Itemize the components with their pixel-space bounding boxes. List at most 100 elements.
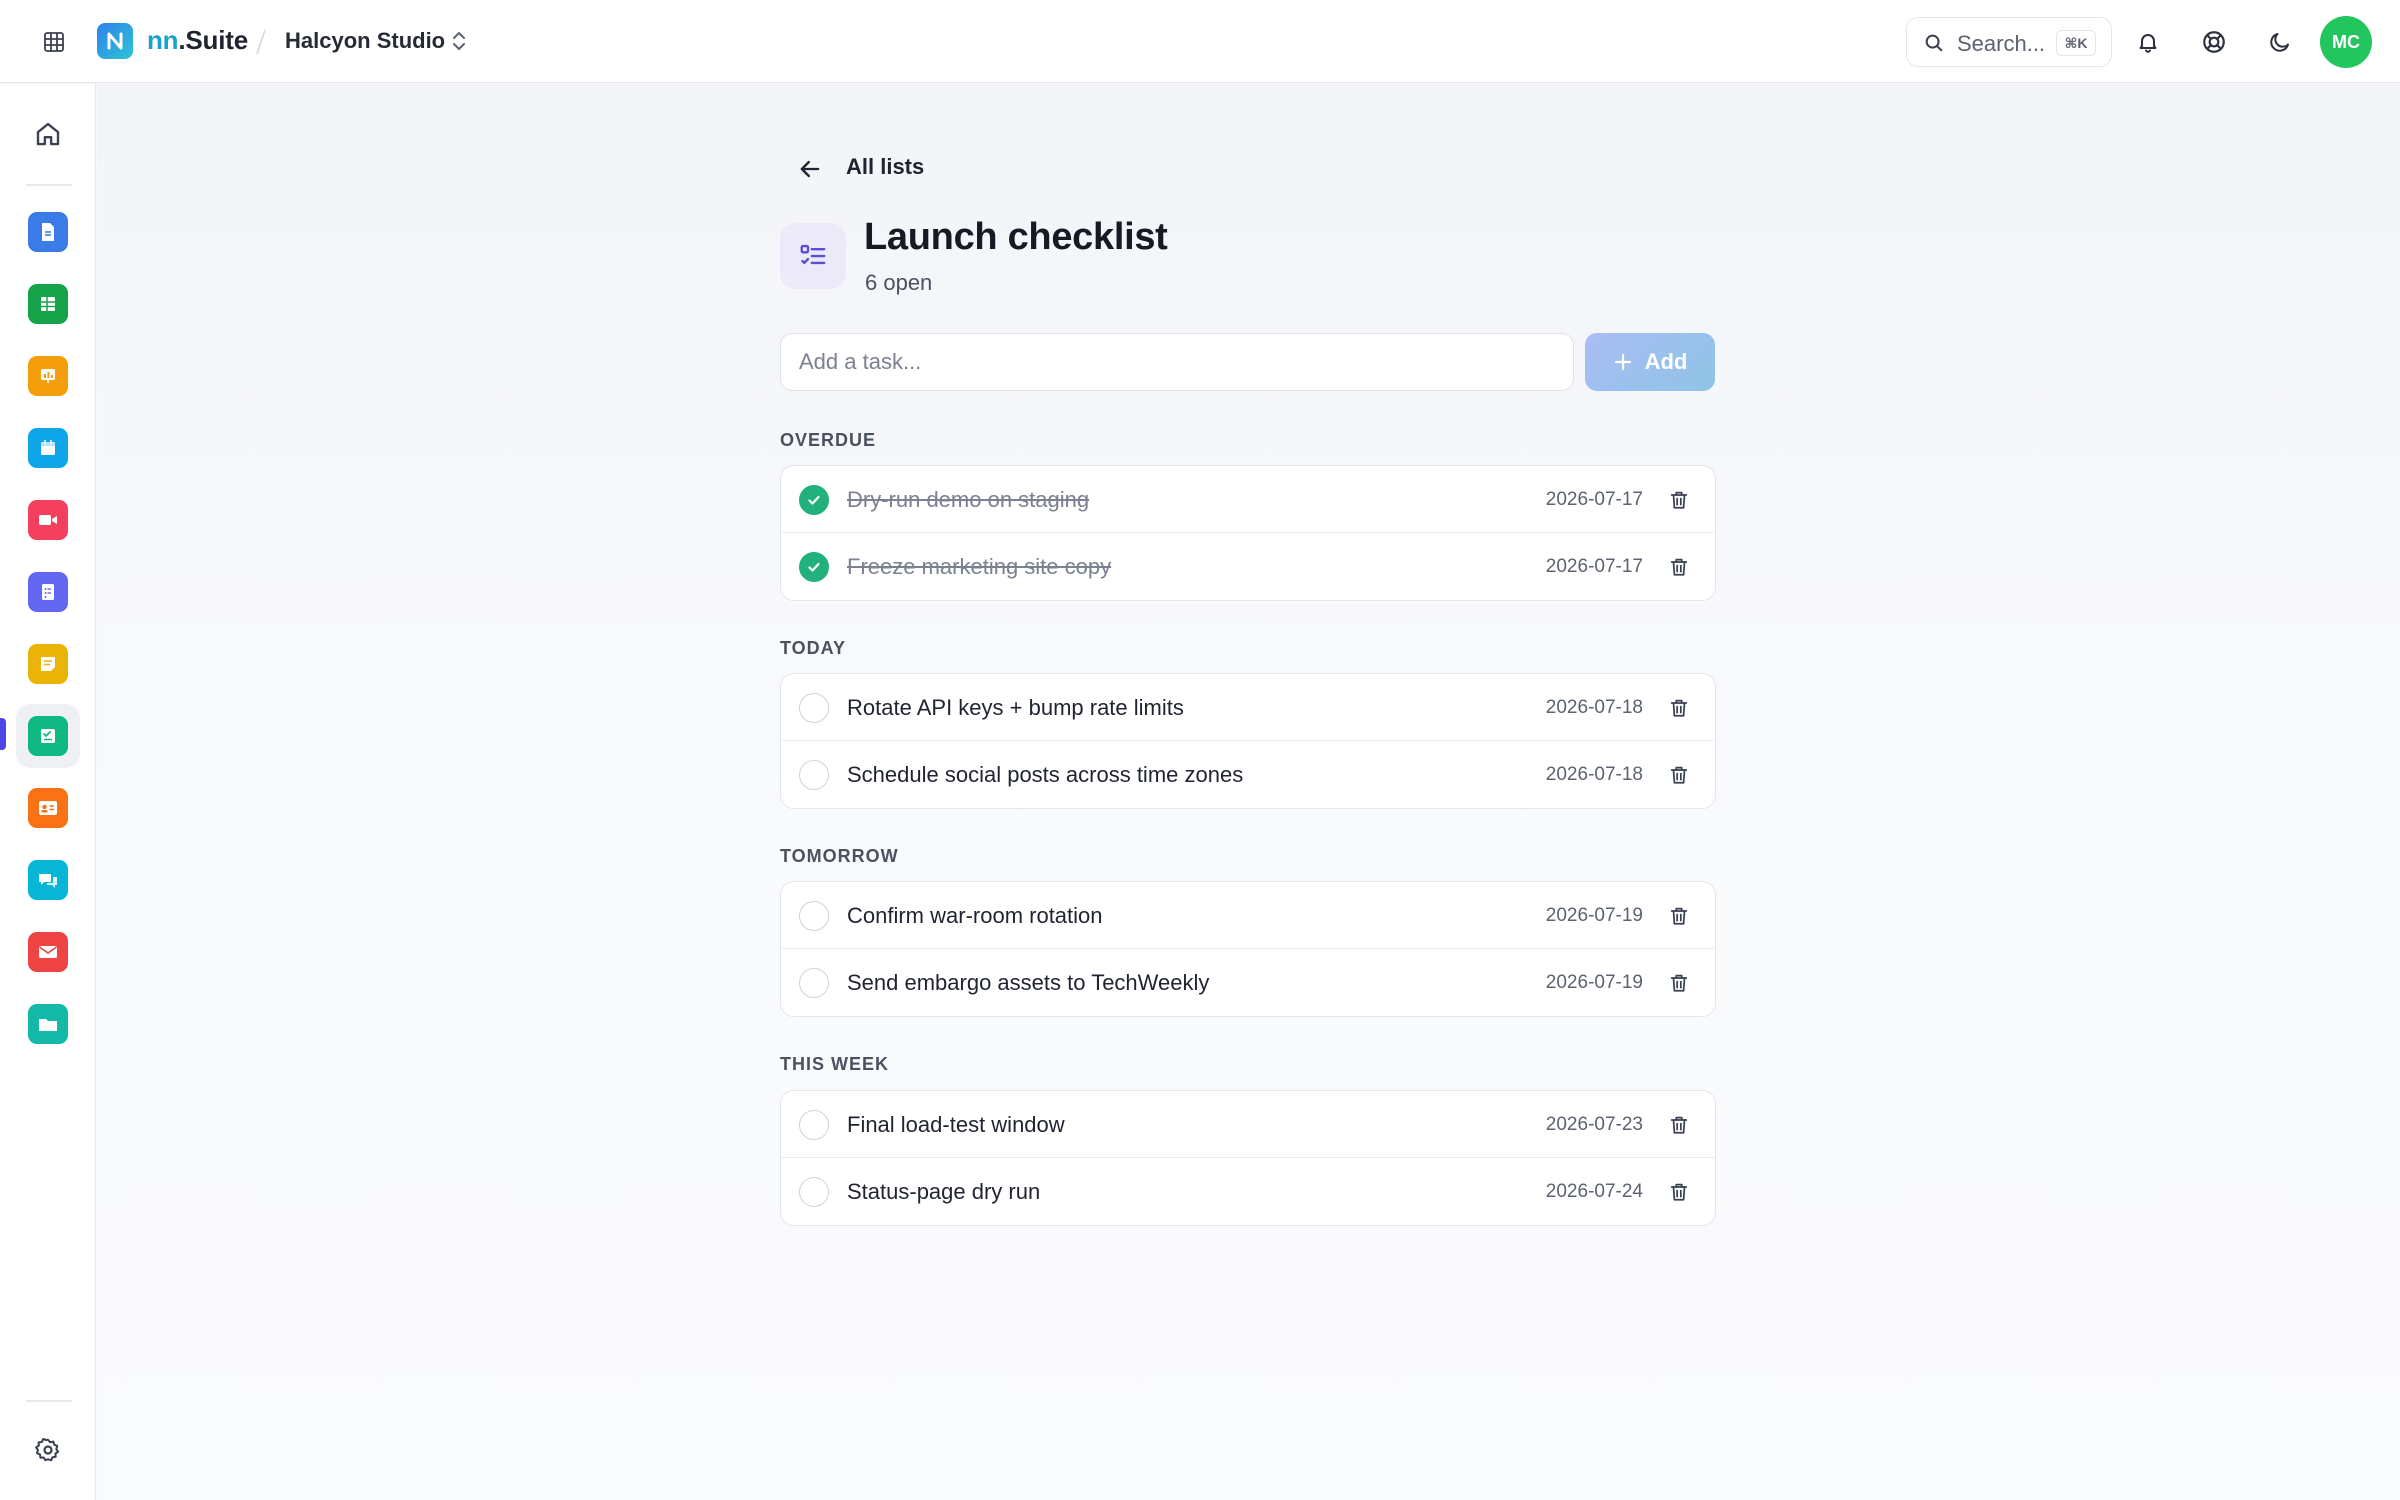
trash-icon[interactable] — [1665, 902, 1693, 930]
sidebar-item-drive[interactable] — [16, 992, 80, 1056]
sidebar-item-tasks[interactable] — [16, 704, 80, 768]
add-task-button[interactable]: Add — [1585, 333, 1715, 391]
sidebar-item-forms[interactable] — [16, 560, 80, 624]
trash-icon[interactable] — [1665, 761, 1693, 789]
task-row[interactable]: Rotate API keys + bump rate limits 2026-… — [781, 674, 1715, 741]
sidebar-active-indicator — [0, 718, 6, 750]
search-placeholder: Search... — [1957, 31, 2046, 56]
task-row[interactable]: Freeze marketing site copy 2026-07-17 — [781, 533, 1715, 600]
task-due-date: 2026-07-18 — [1545, 764, 1643, 785]
workspace-switcher[interactable]: Halcyon Studio — [285, 28, 445, 54]
brand-name[interactable]: nn.Suite — [147, 25, 248, 56]
checkmark-icon — [808, 562, 820, 572]
back-button[interactable] — [796, 155, 824, 183]
task-title[interactable]: Schedule social posts across time zones — [847, 762, 1243, 788]
trash-icon[interactable] — [1665, 694, 1693, 722]
sidebar-item-contacts[interactable] — [16, 776, 80, 840]
search-shortcut-badge: ⌘K — [2056, 30, 2096, 56]
sidebar-divider — [26, 1400, 72, 1402]
task-row[interactable]: Dry-run demo on staging 2026-07-17 — [781, 466, 1715, 533]
search-icon — [1923, 32, 1945, 54]
open-count: 6 open — [865, 270, 933, 295]
plus-icon — [1614, 353, 1631, 371]
trash-icon[interactable] — [1665, 969, 1693, 997]
task-row[interactable]: Send embargo assets to TechWeekly 2026-0… — [781, 949, 1715, 1016]
moon-icon[interactable] — [2264, 26, 2296, 58]
chat-bubbles-icon — [28, 860, 68, 900]
sidebar-item-notes[interactable] — [16, 632, 80, 696]
video-camera-icon — [28, 500, 68, 540]
task-checkbox[interactable] — [799, 760, 829, 790]
task-title[interactable]: Freeze marketing site copy — [847, 554, 1111, 580]
task-due-date: 2026-07-24 — [1545, 1181, 1643, 1202]
task-title[interactable]: Status-page dry run — [847, 1179, 1040, 1205]
sidebar — [0, 84, 96, 1500]
breadcrumb-separator — [255, 28, 266, 56]
task-title[interactable]: Send embargo assets to TechWeekly — [847, 970, 1209, 996]
sheets-icon — [28, 284, 68, 324]
sidebar-item-sheets[interactable] — [16, 272, 80, 336]
task-row[interactable]: Confirm war-room rotation 2026-07-19 — [781, 882, 1715, 949]
contacts-icon — [28, 788, 68, 828]
task-group-tomorrow: Confirm war-room rotation 2026-07-19 Sen… — [780, 881, 1716, 1017]
task-due-date: 2026-07-18 — [1545, 697, 1643, 718]
arrow-left-icon — [796, 155, 824, 183]
app-grid-icon[interactable] — [38, 26, 70, 58]
task-title[interactable]: Confirm war-room rotation — [847, 903, 1103, 929]
tasks-icon — [28, 716, 68, 756]
task-row[interactable]: Status-page dry run 2026-07-24 — [781, 1158, 1715, 1225]
task-due-date: 2026-07-23 — [1545, 1114, 1643, 1135]
task-checkbox[interactable] — [799, 901, 829, 931]
task-group-this-week: Final load-test window 2026-07-23 Status… — [780, 1090, 1716, 1226]
task-due-date: 2026-07-17 — [1545, 556, 1643, 577]
page-title: Launch checklist — [864, 216, 1168, 258]
brand-logo-icon[interactable] — [97, 23, 133, 59]
sidebar-item-slides[interactable] — [16, 344, 80, 408]
task-title[interactable]: Rotate API keys + bump rate limits — [847, 695, 1184, 721]
task-group-overdue: Dry-run demo on staging 2026-07-17 Freez… — [780, 465, 1716, 601]
sidebar-item-docs[interactable] — [16, 200, 80, 264]
sidebar-item-mail[interactable] — [16, 920, 80, 984]
back-to-all-lists-link[interactable]: All lists — [846, 154, 924, 180]
task-title[interactable]: Dry-run demo on staging — [847, 487, 1089, 513]
settings-gear-icon[interactable] — [16, 1418, 80, 1482]
top-bar: nn.Suite Halcyon Studio Search... ⌘K MC — [0, 0, 2400, 83]
task-row[interactable]: Final load-test window 2026-07-23 — [781, 1091, 1715, 1158]
chevron-up-down-icon[interactable] — [449, 27, 469, 55]
section-label-tomorrow: TOMORROW — [780, 846, 899, 866]
trash-icon[interactable] — [1665, 486, 1693, 514]
help-lifebuoy-icon[interactable] — [2198, 26, 2230, 58]
docs-icon — [28, 212, 68, 252]
calendar-icon — [28, 428, 68, 468]
task-checkbox[interactable] — [799, 693, 829, 723]
avatar[interactable]: MC — [2320, 16, 2372, 68]
task-checkbox[interactable] — [799, 552, 829, 582]
bell-icon[interactable] — [2132, 26, 2164, 58]
search-box[interactable]: Search... ⌘K — [1906, 17, 2112, 67]
trash-icon[interactable] — [1665, 1178, 1693, 1206]
task-checkbox[interactable] — [799, 1110, 829, 1140]
notes-icon — [28, 644, 68, 684]
task-row[interactable]: Schedule social posts across time zones … — [781, 741, 1715, 808]
task-checkbox[interactable] — [799, 968, 829, 998]
sidebar-divider — [26, 184, 72, 186]
brand-suffix: .Suite — [178, 25, 248, 55]
sidebar-item-calendar[interactable] — [16, 416, 80, 480]
trash-icon[interactable] — [1665, 553, 1693, 581]
task-checkbox[interactable] — [799, 485, 829, 515]
add-button-label: Add — [1644, 349, 1688, 374]
section-label-this-week: THIS WEEK — [780, 1054, 890, 1074]
checkmark-icon — [808, 495, 820, 505]
checklist-icon — [780, 223, 846, 289]
sidebar-item-chat[interactable] — [16, 848, 80, 912]
home-icon[interactable] — [16, 102, 80, 166]
task-checkbox[interactable] — [799, 1177, 829, 1207]
add-task-input[interactable] — [780, 333, 1574, 391]
folder-icon — [28, 1004, 68, 1044]
sidebar-item-meet[interactable] — [16, 488, 80, 552]
task-title[interactable]: Final load-test window — [847, 1112, 1065, 1138]
slides-icon — [28, 356, 68, 396]
forms-icon — [28, 572, 68, 612]
brand-prefix: nn — [147, 25, 179, 55]
trash-icon[interactable] — [1665, 1111, 1693, 1139]
